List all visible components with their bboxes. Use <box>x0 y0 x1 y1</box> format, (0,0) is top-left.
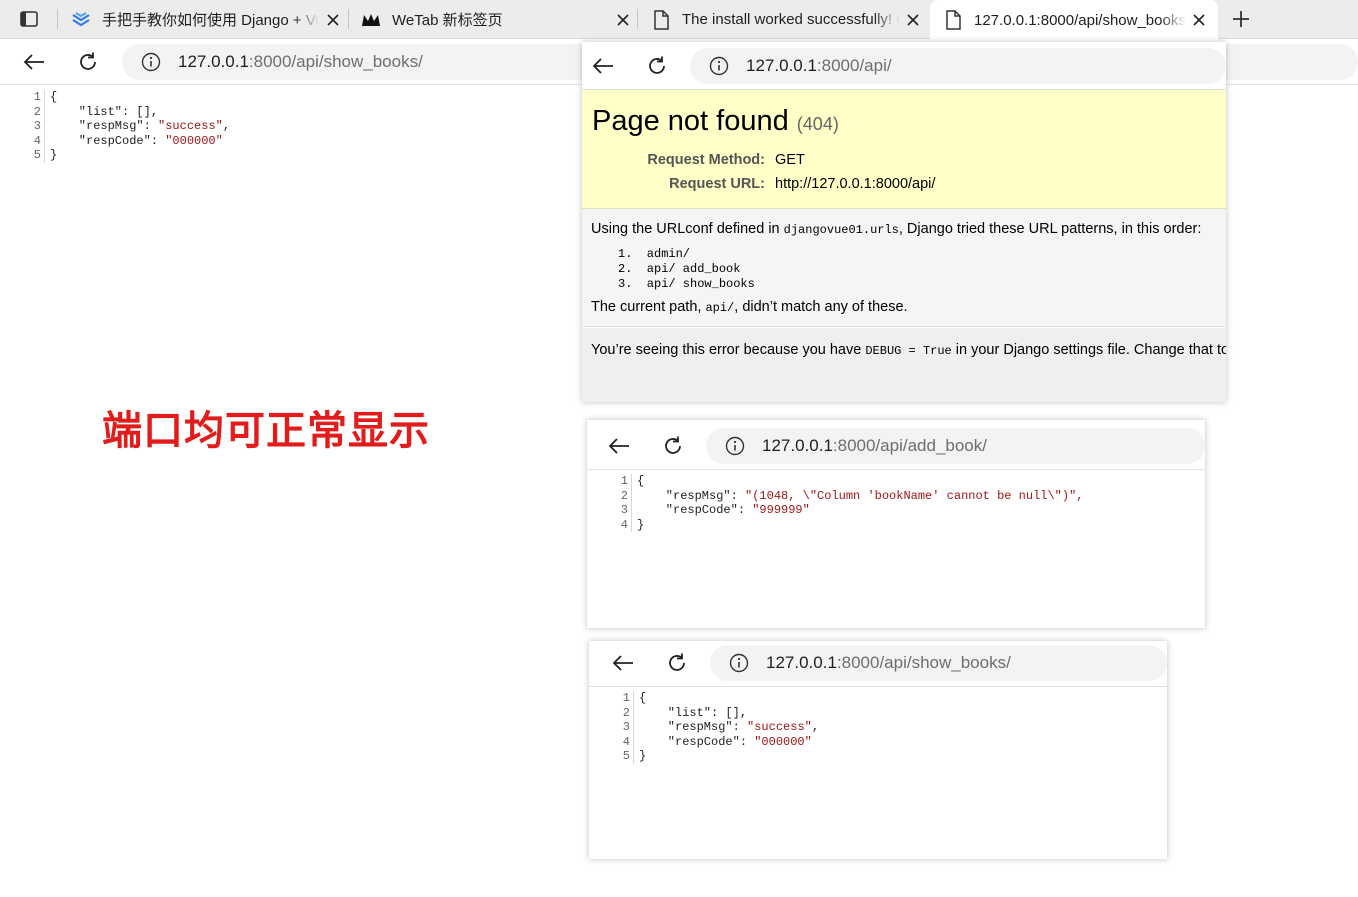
info-icon[interactable] <box>724 435 746 457</box>
refresh-icon <box>649 56 665 74</box>
plus-icon <box>1233 11 1249 27</box>
current-path-text: The current path, api/, didn’t match any… <box>591 299 908 315</box>
error-info: Using the URLconf defined in djangovue01… <box>582 209 1226 327</box>
arrow-left-icon <box>23 54 44 70</box>
arrow-left-icon <box>608 438 629 454</box>
refresh-icon <box>669 653 685 671</box>
debug-text: You’re seeing this error because you hav… <box>591 342 1226 358</box>
layers-icon <box>70 9 92 31</box>
arrow-left-icon <box>592 58 613 74</box>
gutter-line <box>631 474 632 532</box>
tab-divider <box>57 9 58 29</box>
json-text: { "list": [], "respMsg": "success", "res… <box>50 90 231 163</box>
url-text: 127.0.0.1:8000/api/add_book/ <box>762 436 987 455</box>
reload-button[interactable] <box>661 647 693 679</box>
back-button[interactable] <box>18 46 50 78</box>
request-url-value: http://127.0.0.1:8000/api/ <box>775 176 936 192</box>
json-text: { "respMsg": "(1048, \"Column 'bookName'… <box>637 474 1084 532</box>
show-books-screenshot: 127.0.0.1:8000/api/show_books/ 12345 { "… <box>589 641 1167 859</box>
tab-divider <box>637 9 638 29</box>
tab-title: 手把手教你如何使用 Django + Vue <box>102 12 320 29</box>
close-icon[interactable] <box>904 11 922 29</box>
json-viewer: 1234 { "respMsg": "(1048, \"Column 'book… <box>615 474 1175 544</box>
tab-title: WeTab 新标签页 <box>392 12 503 29</box>
tab-strip: 手把手教你如何使用 Django + Vue WeTab 新标签页 The in… <box>0 0 1358 40</box>
request-method-value: GET <box>775 152 805 168</box>
debug-notice: You’re seeing this error because you hav… <box>582 328 1226 402</box>
tab-title: The install worked successfully! Congrat… <box>682 11 900 28</box>
address-bar[interactable]: 127.0.0.1:8000/api/add_book/ <box>706 428 1205 464</box>
line-numbers: 12345 <box>622 691 630 764</box>
add-book-screenshot: 127.0.0.1:8000/api/add_book/ 1234 { "res… <box>587 420 1205 628</box>
json-text: { "list": [], "respMsg": "success", "res… <box>639 691 820 764</box>
address-bar[interactable]: 127.0.0.1:8000/api/show_books/ <box>710 645 1167 681</box>
page-icon <box>650 9 672 31</box>
reload-button[interactable] <box>641 50 673 82</box>
refresh-icon <box>80 52 96 70</box>
page-title: Page not found (404) <box>592 105 839 137</box>
request-method-label: Request Method: <box>647 152 765 168</box>
reload-button[interactable] <box>72 46 104 78</box>
gutter-line <box>44 90 45 163</box>
tab-title: 127.0.0.1:8000/api/show_books/ <box>974 11 1186 29</box>
url-pattern-item: 3. api/ show_books <box>618 277 755 291</box>
url-text: 127.0.0.1:8000/api/ <box>746 56 892 75</box>
close-icon[interactable] <box>1190 11 1208 29</box>
tab-install-success[interactable]: The install worked successfully! Congrat… <box>650 0 922 39</box>
tab-show-books[interactable]: 127.0.0.1:8000/api/show_books/ <box>930 0 1218 40</box>
navigation-bar: 127.0.0.1:8000/api/ <box>582 42 1226 90</box>
reload-button[interactable] <box>657 430 689 462</box>
urlconf-text: Using the URLconf defined in djangovue01… <box>591 221 1202 237</box>
tab-django-vue[interactable]: 手把手教你如何使用 Django + Vue <box>70 0 342 39</box>
address-bar[interactable]: 127.0.0.1:8000/api/ <box>690 48 1226 84</box>
back-button[interactable] <box>607 647 639 679</box>
json-viewer: 12345 { "list": [], "respMsg": "success"… <box>617 691 1117 771</box>
sidebar-toggle-button[interactable] <box>8 6 50 32</box>
url-text: 127.0.0.1:8000/api/show_books/ <box>178 52 423 71</box>
arrow-left-icon <box>612 655 633 671</box>
tab-divider <box>348 9 349 29</box>
sidebar-icon <box>20 11 38 27</box>
new-tab-button[interactable] <box>1226 6 1256 32</box>
url-pattern-item: 2. api/ add_book <box>618 262 741 276</box>
navigation-bar: 127.0.0.1:8000/api/add_book/ <box>587 422 1205 470</box>
close-icon[interactable] <box>614 11 632 29</box>
info-icon[interactable] <box>708 55 730 77</box>
line-numbers: 12345 <box>33 90 41 163</box>
crown-icon <box>360 9 382 31</box>
back-button[interactable] <box>603 430 635 462</box>
tab-wetab[interactable]: WeTab 新标签页 <box>360 0 632 39</box>
json-viewer: 12345 { "list": [], "respMsg": "success"… <box>28 90 428 170</box>
info-icon[interactable] <box>728 652 750 674</box>
error-summary: Page not found (404) Request Method: GET… <box>582 90 1226 209</box>
line-numbers: 1234 <box>620 474 628 532</box>
request-url-label: Request URL: <box>669 176 765 192</box>
url-pattern-item: 1. admin/ <box>618 247 691 261</box>
refresh-icon <box>665 436 681 454</box>
error-404-screenshot: 127.0.0.1:8000/api/ Page not found (404)… <box>582 42 1226 402</box>
navigation-bar: 127.0.0.1:8000/api/show_books/ <box>589 641 1167 687</box>
annotation-caption: 端口均可正常显示 <box>102 408 430 454</box>
page-icon <box>942 9 964 31</box>
url-text: 127.0.0.1:8000/api/show_books/ <box>766 653 1011 672</box>
back-button[interactable] <box>587 50 619 82</box>
info-icon[interactable] <box>140 51 162 73</box>
gutter-line <box>633 691 634 764</box>
close-icon[interactable] <box>324 11 342 29</box>
